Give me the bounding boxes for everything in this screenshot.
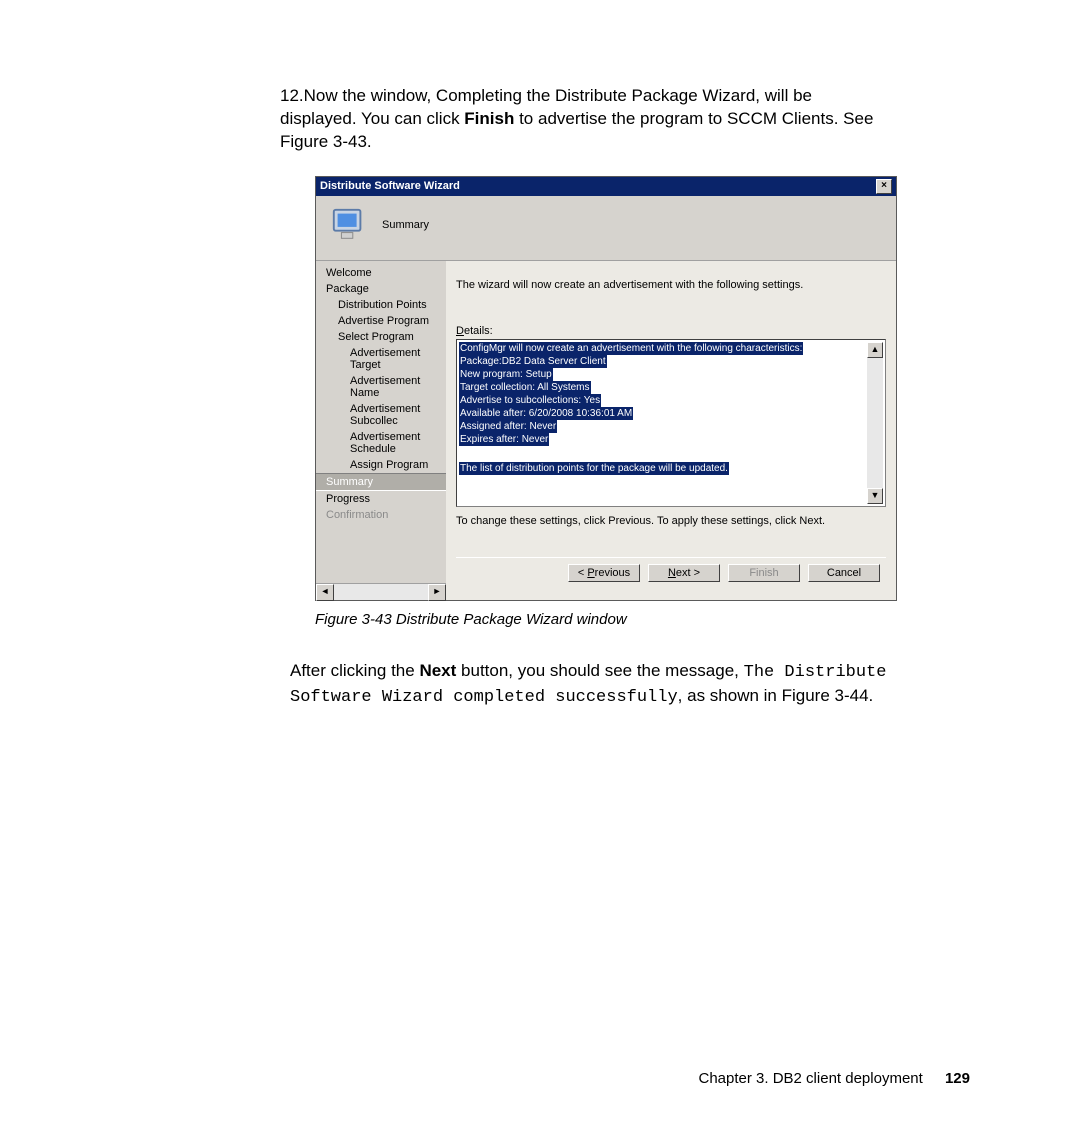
details-line: Available after: 6/20/2008 10:36:01 AM — [459, 407, 633, 420]
details-line: Package:DB2 Data Server Client — [459, 355, 607, 368]
scroll-right-icon[interactable]: ► — [428, 584, 446, 601]
sidebar-item-package[interactable]: Package — [316, 281, 446, 297]
para2-text: , as shown in Figure 3-44. — [678, 686, 874, 705]
sidebar-item-adv-program[interactable]: Advertise Program — [316, 313, 446, 329]
finish-button: Finish — [728, 564, 800, 582]
sidebar-item-adv-schedule[interactable]: Advertisement Schedule — [316, 429, 446, 457]
page-footer: Chapter 3. DB2 client deployment 129 — [699, 1070, 971, 1087]
chapter-label: Chapter 3. DB2 client deployment — [699, 1070, 923, 1087]
details-line: Assigned after: Never — [459, 420, 557, 433]
step-bold: Finish — [464, 109, 514, 128]
cancel-button[interactable]: Cancel — [808, 564, 880, 582]
wizard-header: Summary — [316, 196, 896, 261]
details-line: Advertise to subcollections: Yes — [459, 394, 601, 407]
wizard-sidebar: Welcome Package Distribution Points Adve… — [316, 261, 446, 600]
sidebar-scrollbar[interactable]: ◄ ► — [316, 583, 446, 600]
previous-button[interactable]: < Previous — [568, 564, 640, 582]
details-scrollbar[interactable]: ▲ ▼ — [867, 342, 883, 504]
details-line: Target collection: All Systems — [459, 381, 591, 394]
details-line: Expires after: Never — [459, 433, 549, 446]
details-line: New program: Setup — [459, 368, 553, 381]
step-12-text: 12.Now the window, Completing the Distri… — [280, 85, 890, 154]
sidebar-item-select-program[interactable]: Select Program — [316, 329, 446, 345]
sidebar-item-dist-points[interactable]: Distribution Points — [316, 297, 446, 313]
wizard-hint: To change these settings, click Previous… — [456, 507, 886, 557]
scroll-up-icon[interactable]: ▲ — [867, 342, 883, 358]
scroll-down-icon[interactable]: ▼ — [867, 488, 883, 504]
details-line: ConfigMgr will now create an advertiseme… — [459, 342, 803, 355]
sidebar-item-adv-subcollec[interactable]: Advertisement Subcollec — [316, 401, 446, 429]
sidebar-item-assign-program[interactable]: Assign Program — [316, 457, 446, 473]
sidebar-item-adv-target[interactable]: Advertisement Target — [316, 345, 446, 373]
sidebar-item-summary[interactable]: Summary — [316, 473, 446, 491]
sidebar-item-adv-name[interactable]: Advertisement Name — [316, 373, 446, 401]
monitor-icon — [330, 206, 368, 244]
details-label: DDetails:etails: — [456, 325, 886, 337]
para2-text: button, you should see the message, — [456, 661, 743, 680]
para2-text: After clicking the — [290, 661, 419, 680]
next-button[interactable]: Next > — [648, 564, 720, 582]
wizard-intro-text: The wizard will now create an advertisem… — [456, 267, 886, 325]
button-row: < Previous Next > Finish Cancel — [456, 557, 886, 590]
page-number: 129 — [945, 1070, 970, 1087]
para2-bold: Next — [419, 661, 456, 680]
sidebar-item-confirmation: Confirmation — [316, 507, 446, 523]
window-title: Distribute Software Wizard — [320, 180, 460, 192]
header-label: Summary — [382, 219, 429, 231]
wizard-main-panel: The wizard will now create an advertisem… — [446, 261, 896, 600]
step-number: 12. — [280, 86, 304, 105]
sidebar-item-welcome[interactable]: Welcome — [316, 265, 446, 281]
scroll-left-icon[interactable]: ◄ — [316, 584, 334, 601]
titlebar: Distribute Software Wizard × — [316, 177, 896, 196]
wizard-window: Distribute Software Wizard × Summary Wel… — [315, 176, 897, 601]
details-line: The list of distribution points for the … — [459, 462, 729, 475]
paragraph-after-figure: After clicking the Next button, you shou… — [290, 660, 890, 710]
details-box: ConfigMgr will now create an advertiseme… — [456, 339, 886, 507]
figure-caption: Figure 3-43 Distribute Package Wizard wi… — [315, 607, 980, 628]
sidebar-item-progress[interactable]: Progress — [316, 491, 446, 507]
close-icon[interactable]: × — [876, 179, 892, 194]
